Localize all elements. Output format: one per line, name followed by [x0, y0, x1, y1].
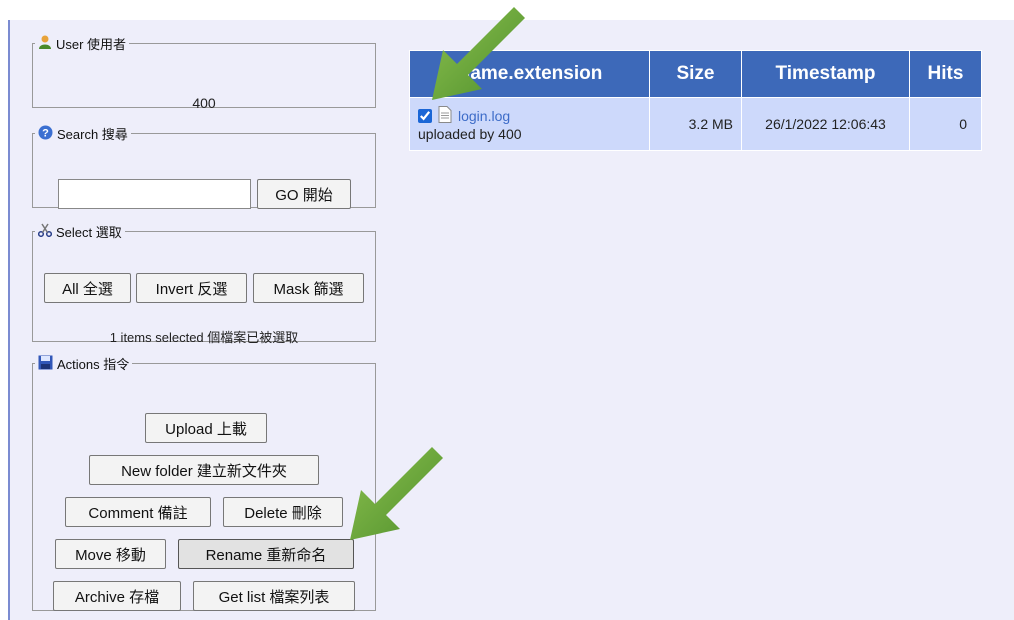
size-column-header[interactable]: Size	[649, 50, 742, 98]
invert-selection-button[interactable]: Invert 反選	[136, 273, 247, 303]
new-folder-button[interactable]: New folder 建立新文件夾	[89, 455, 319, 485]
table-row: login.log uploaded by 400 3.2 MB 26/1/20…	[409, 97, 982, 151]
search-legend: ? Search 搜尋	[35, 124, 131, 143]
help-icon: ?	[38, 125, 53, 143]
user-legend: User 使用者	[35, 34, 129, 53]
user-legend-label: User 使用者	[56, 37, 127, 52]
actions-fieldset: Actions 指令 Upload 上載 New folder 建立新文件夾 C…	[32, 354, 376, 611]
hits-cell: 0	[909, 97, 982, 151]
upload-button[interactable]: Upload 上載	[145, 413, 267, 443]
rename-button[interactable]: Rename 重新命名	[178, 539, 354, 569]
select-all-button[interactable]: All 全選	[44, 273, 131, 303]
mask-button[interactable]: Mask 篩選	[253, 273, 364, 303]
name-cell: login.log uploaded by 400	[409, 97, 650, 151]
file-table: Name.extension Size Timestamp Hits login…	[409, 50, 982, 151]
document-icon	[438, 106, 452, 126]
select-fieldset: Select 選取 All 全選 Invert 反選 Mask 篩選 1 ite…	[32, 222, 376, 345]
floppy-disk-icon	[38, 355, 53, 373]
timestamp-column-header[interactable]: Timestamp	[741, 50, 910, 98]
row-checkbox[interactable]	[418, 109, 432, 123]
username-value: 400	[192, 95, 216, 111]
user-fieldset: User 使用者 400	[32, 34, 376, 111]
size-cell: 3.2 MB	[649, 97, 742, 151]
left-border	[8, 20, 10, 620]
actions-legend: Actions 指令	[35, 354, 132, 373]
scissors-icon	[37, 223, 53, 240]
move-button[interactable]: Move 移動	[55, 539, 166, 569]
search-input[interactable]	[58, 179, 251, 209]
selection-status: 1 items selected 個檔案已被選取	[109, 330, 299, 345]
name-column-header[interactable]: Name.extension	[409, 50, 650, 98]
svg-text:?: ?	[42, 127, 49, 139]
select-legend-label: Select 選取	[56, 225, 122, 240]
comment-button[interactable]: Comment 備註	[65, 497, 211, 527]
user-icon	[38, 35, 52, 53]
timestamp-cell: 26/1/2022 12:06:43	[741, 97, 910, 151]
archive-button[interactable]: Archive 存檔	[53, 581, 181, 611]
file-name-link[interactable]: login.log	[458, 108, 510, 124]
select-legend: Select 選取	[35, 222, 125, 241]
delete-button[interactable]: Delete 刪除	[223, 497, 343, 527]
actions-legend-label: Actions 指令	[57, 357, 130, 372]
go-button[interactable]: GO 開始	[257, 179, 351, 209]
hits-column-header[interactable]: Hits	[909, 50, 982, 98]
search-fieldset: ? Search 搜尋 GO 開始	[32, 124, 376, 209]
get-list-button[interactable]: Get list 檔案列表	[193, 581, 355, 611]
search-legend-label: Search 搜尋	[57, 127, 128, 142]
uploader-text: uploaded by 400	[418, 126, 522, 142]
table-header-row: Name.extension Size Timestamp Hits	[409, 50, 982, 98]
